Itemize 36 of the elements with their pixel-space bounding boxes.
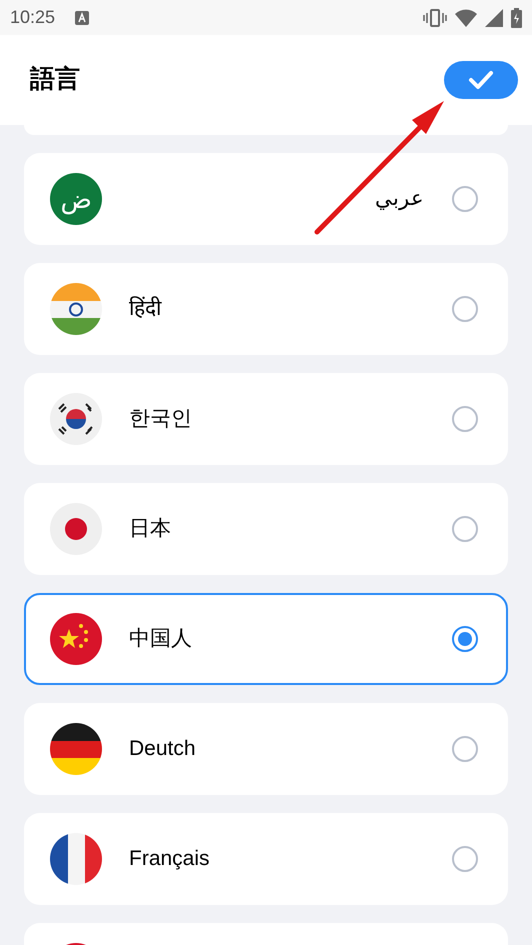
status-time: 10:25: [10, 6, 56, 29]
language-label: Deutch: [129, 736, 196, 762]
flag-icon: [50, 723, 102, 775]
page-title: 語言: [30, 64, 80, 96]
confirm-button[interactable]: [444, 61, 518, 99]
radio-button[interactable]: [452, 846, 478, 872]
wifi-icon: [455, 8, 477, 26]
language-option[interactable]: ض عربي: [24, 153, 508, 245]
radio-button[interactable]: [452, 516, 478, 542]
language-label: हिंदी: [129, 295, 161, 322]
vibrate-icon: [423, 8, 447, 26]
flag-icon: [50, 503, 102, 555]
keyboard-icon: [75, 10, 90, 24]
language-label: 한국인: [129, 406, 192, 432]
flag-icon: [50, 613, 102, 665]
check-icon: [468, 70, 494, 90]
radio-button[interactable]: [452, 296, 478, 322]
radio-button[interactable]: [452, 406, 478, 432]
language-option[interactable]: 한국인: [24, 373, 508, 465]
language-option[interactable]: 中国人: [24, 593, 508, 685]
language-label: 日本: [129, 516, 171, 542]
language-label: Français: [129, 846, 210, 872]
radio-button[interactable]: [452, 626, 478, 652]
signal-icon: [485, 8, 503, 26]
battery-icon: [511, 8, 522, 28]
language-label: عربي: [375, 186, 424, 212]
language-option[interactable]: Deutch: [24, 703, 508, 795]
flag-icon: [50, 283, 102, 335]
radio-button[interactable]: [452, 736, 478, 762]
language-option[interactable]: Français: [24, 813, 508, 905]
radio-button[interactable]: [452, 186, 478, 212]
flag-icon: [50, 833, 102, 885]
flag-icon: ض: [50, 173, 102, 225]
language-option[interactable]: हिंदी: [24, 263, 508, 355]
language-option[interactable]: 日本: [24, 483, 508, 575]
language-label: 中国人: [129, 626, 192, 652]
